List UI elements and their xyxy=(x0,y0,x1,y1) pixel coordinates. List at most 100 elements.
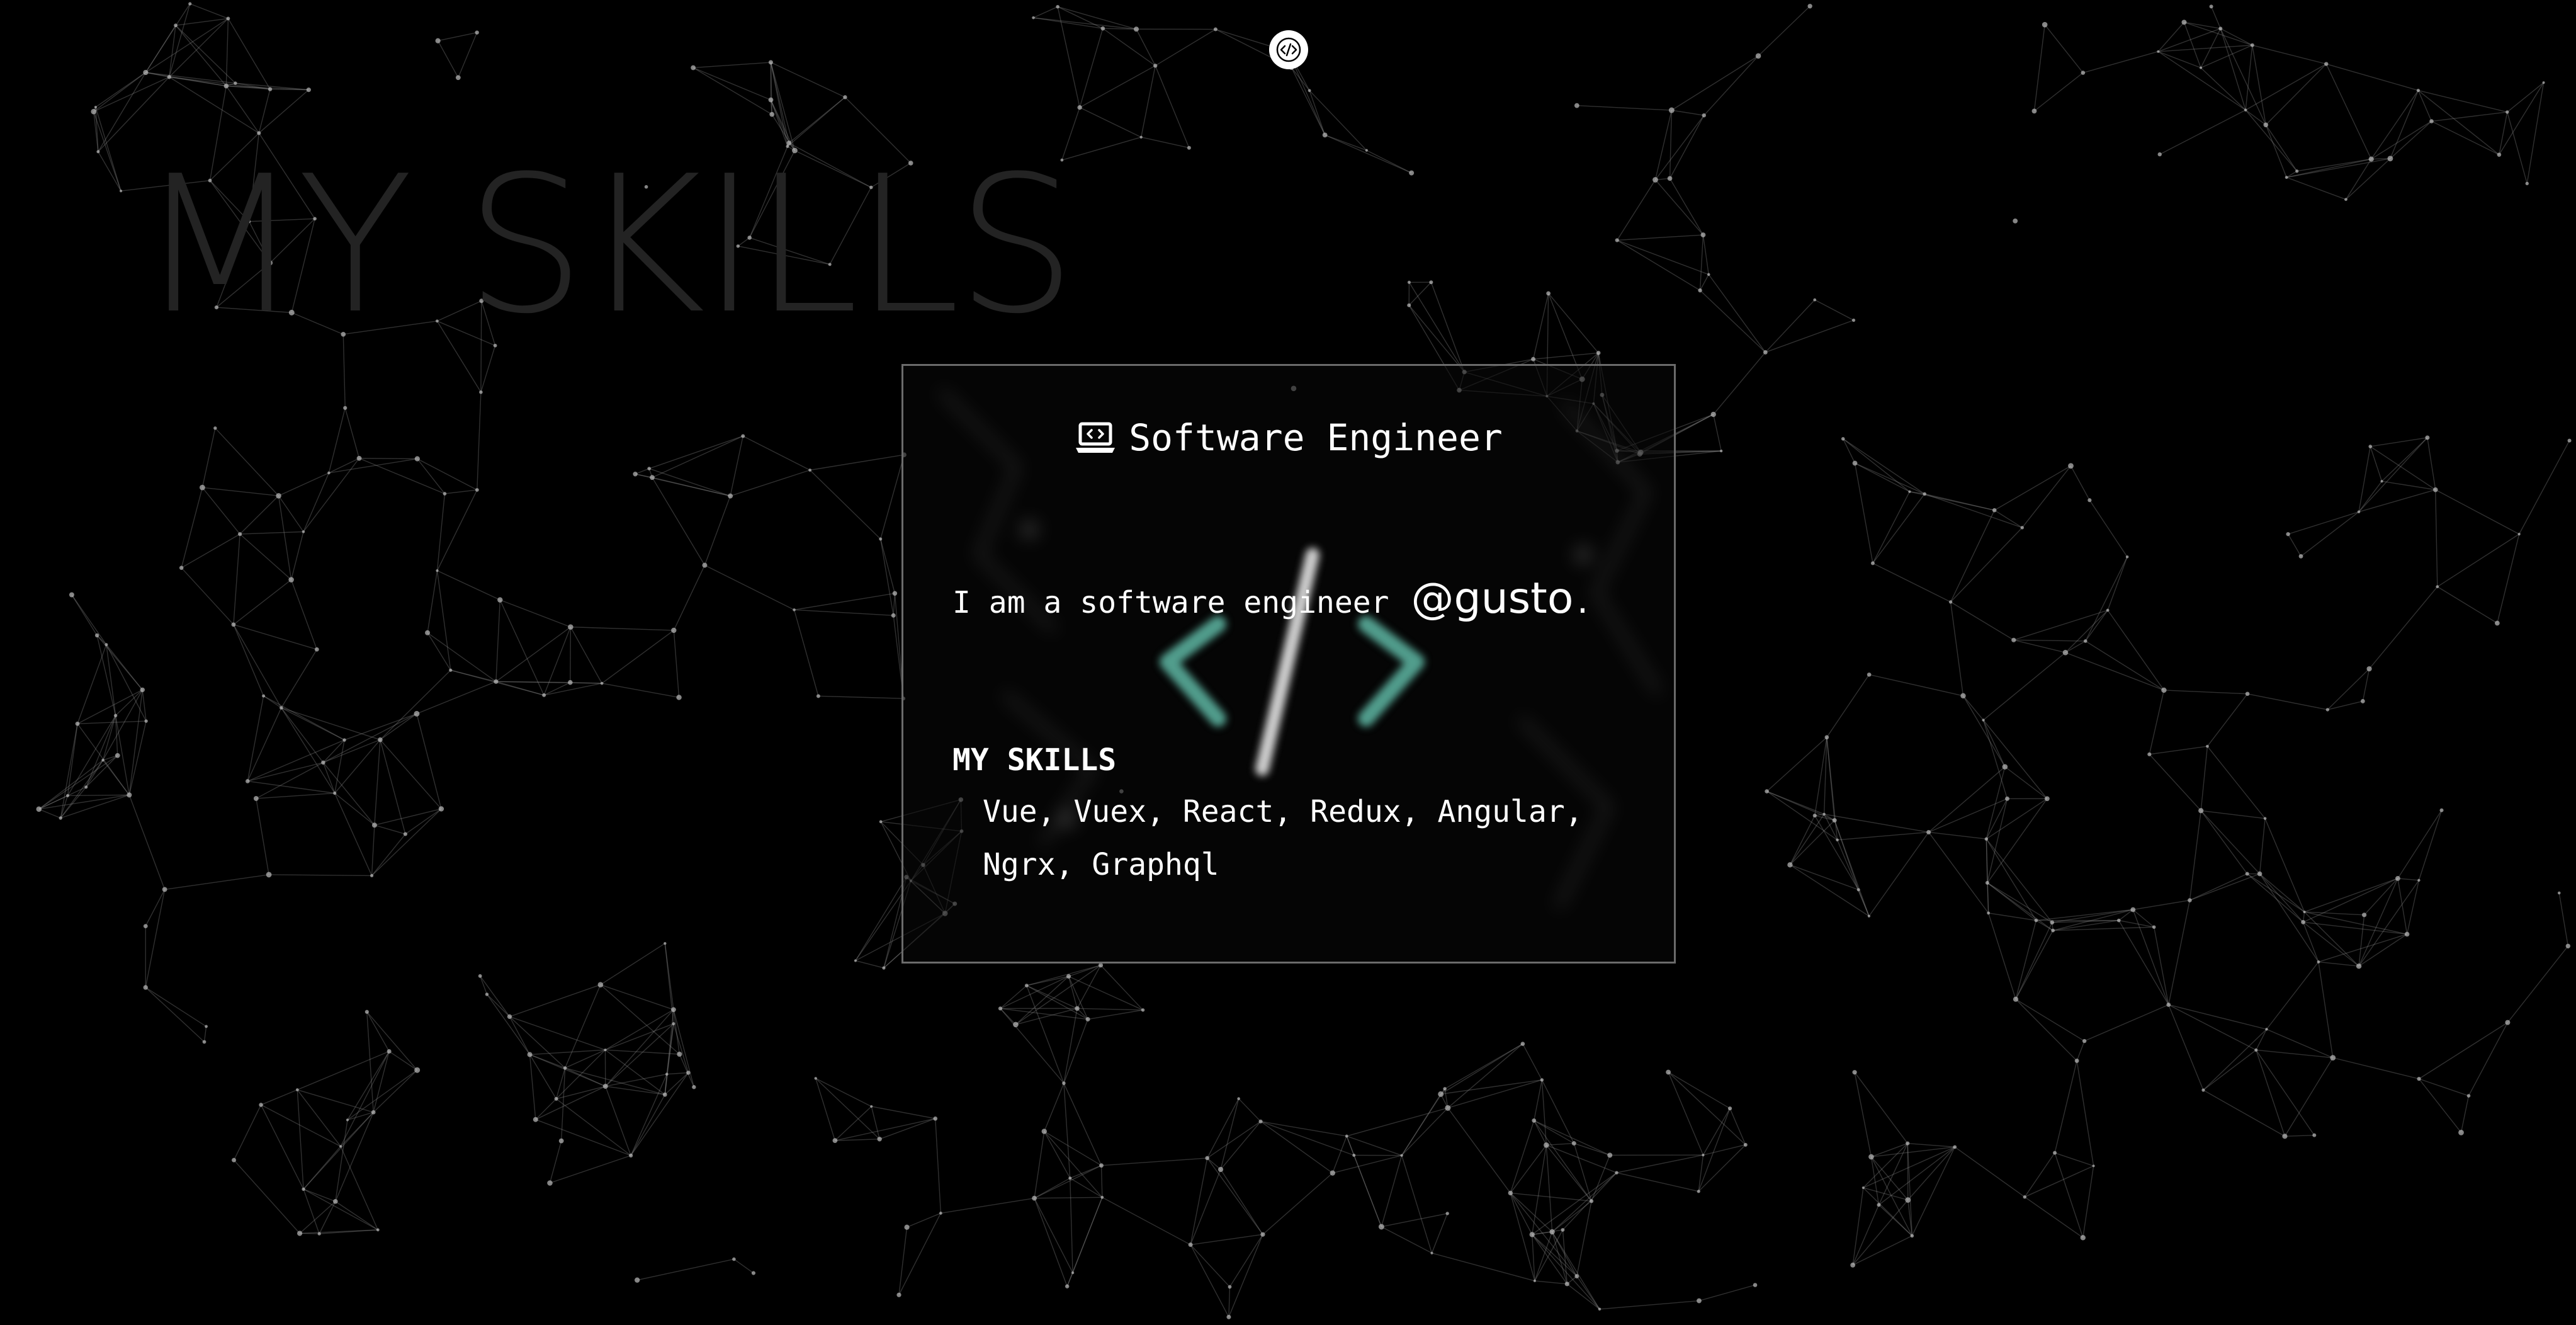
network-edge xyxy=(1063,1083,1071,1178)
network-node xyxy=(1707,273,1710,276)
network-node xyxy=(36,806,42,812)
network-edge xyxy=(2054,1061,2077,1153)
network-edge xyxy=(1000,985,1027,1009)
network-edge xyxy=(2076,1040,2085,1061)
network-edge xyxy=(323,739,381,763)
network-node xyxy=(1445,1105,1451,1111)
network-edge xyxy=(1155,65,1190,148)
network-node xyxy=(438,806,444,812)
network-edge xyxy=(509,1016,606,1050)
network-edge xyxy=(893,593,896,616)
network-edge xyxy=(1878,1204,1912,1236)
network-edge xyxy=(673,630,680,698)
network-edge xyxy=(2358,914,2365,967)
network-node xyxy=(1861,1186,1865,1190)
network-edge xyxy=(549,1140,562,1183)
background-title: MY SKILLS xyxy=(138,135,1076,355)
network-edge xyxy=(169,76,259,134)
network-edge xyxy=(1262,1173,1333,1235)
network-edge xyxy=(366,1011,418,1071)
network-edge xyxy=(334,793,373,876)
network-node xyxy=(2166,1003,2171,1007)
network-node xyxy=(342,738,346,742)
network-node xyxy=(676,695,682,700)
network-node xyxy=(425,630,431,635)
network-edge xyxy=(1983,719,2048,799)
network-node xyxy=(143,69,149,76)
network-node xyxy=(2565,943,2571,948)
network-edge xyxy=(2369,586,2438,669)
network-node xyxy=(728,493,733,499)
network-edge xyxy=(380,669,451,741)
network-node xyxy=(814,1077,817,1080)
network-edge xyxy=(1190,1169,1221,1245)
network-node xyxy=(1812,813,1817,818)
network-edge xyxy=(416,681,497,715)
network-node xyxy=(1430,1251,1433,1254)
profile-card: Software Engineer I am a software engine… xyxy=(901,364,1676,964)
network-node xyxy=(2051,928,2055,933)
network-node xyxy=(302,530,305,533)
network-edge xyxy=(201,428,216,488)
network-node xyxy=(1546,291,1551,296)
network-node xyxy=(1443,1087,1447,1091)
network-node xyxy=(494,679,499,684)
network-node xyxy=(633,472,638,477)
network-node xyxy=(1607,1152,1613,1158)
network-edge xyxy=(1381,1226,1432,1254)
network-edge xyxy=(2417,90,2432,122)
network-edge xyxy=(329,458,417,474)
network-edge xyxy=(344,407,360,458)
network-edge xyxy=(2107,610,2164,691)
network-edge xyxy=(303,1188,378,1231)
network-edge xyxy=(1982,720,2006,767)
network-node xyxy=(1549,1229,1555,1235)
network-node xyxy=(276,492,281,499)
network-edge xyxy=(733,1258,754,1274)
network-node xyxy=(2152,925,2156,929)
network-edge xyxy=(535,1086,606,1120)
network-node xyxy=(253,796,259,801)
network-node xyxy=(1667,176,1673,181)
network-node xyxy=(2298,554,2303,559)
network-edge xyxy=(1522,1044,1542,1081)
network-edge xyxy=(2256,1049,2333,1059)
network-node xyxy=(414,456,420,462)
network-edge xyxy=(67,724,78,796)
network-edge xyxy=(2252,45,2266,125)
network-edge xyxy=(1079,65,1156,108)
network-node xyxy=(403,832,408,836)
network-edge xyxy=(815,1078,872,1107)
network-edge xyxy=(2044,24,2084,73)
network-edge xyxy=(1758,6,1811,57)
network-node xyxy=(1071,1271,1075,1275)
network-edge xyxy=(2245,63,2327,111)
network-node xyxy=(563,1066,567,1070)
network-edge xyxy=(256,762,324,799)
network-edge xyxy=(1669,178,1704,236)
network-edge xyxy=(290,579,317,650)
network-edge xyxy=(1987,882,2053,923)
network-edge xyxy=(550,1155,631,1184)
network-node xyxy=(1753,1283,1758,1287)
network-node xyxy=(533,1117,538,1122)
network-edge xyxy=(1534,1280,1568,1285)
network-node xyxy=(2002,764,2008,770)
network-node xyxy=(1877,1203,1881,1207)
network-node xyxy=(1409,170,1415,176)
network-edge xyxy=(1381,1155,1403,1227)
logo-button[interactable] xyxy=(1269,30,1308,69)
network-edge xyxy=(1401,1155,1433,1254)
network-node xyxy=(1099,1163,1104,1168)
network-edge xyxy=(2468,1022,2509,1096)
network-edge xyxy=(1654,179,1703,236)
network-edge xyxy=(189,3,229,20)
company-link[interactable]: @gusto xyxy=(1411,574,1573,623)
network-edge xyxy=(2013,639,2086,642)
network-node xyxy=(1139,135,1143,139)
network-edge xyxy=(2033,25,2045,111)
network-edge xyxy=(247,707,282,782)
network-node xyxy=(101,758,105,762)
network-node xyxy=(2286,532,2290,537)
network-edge xyxy=(201,487,240,535)
